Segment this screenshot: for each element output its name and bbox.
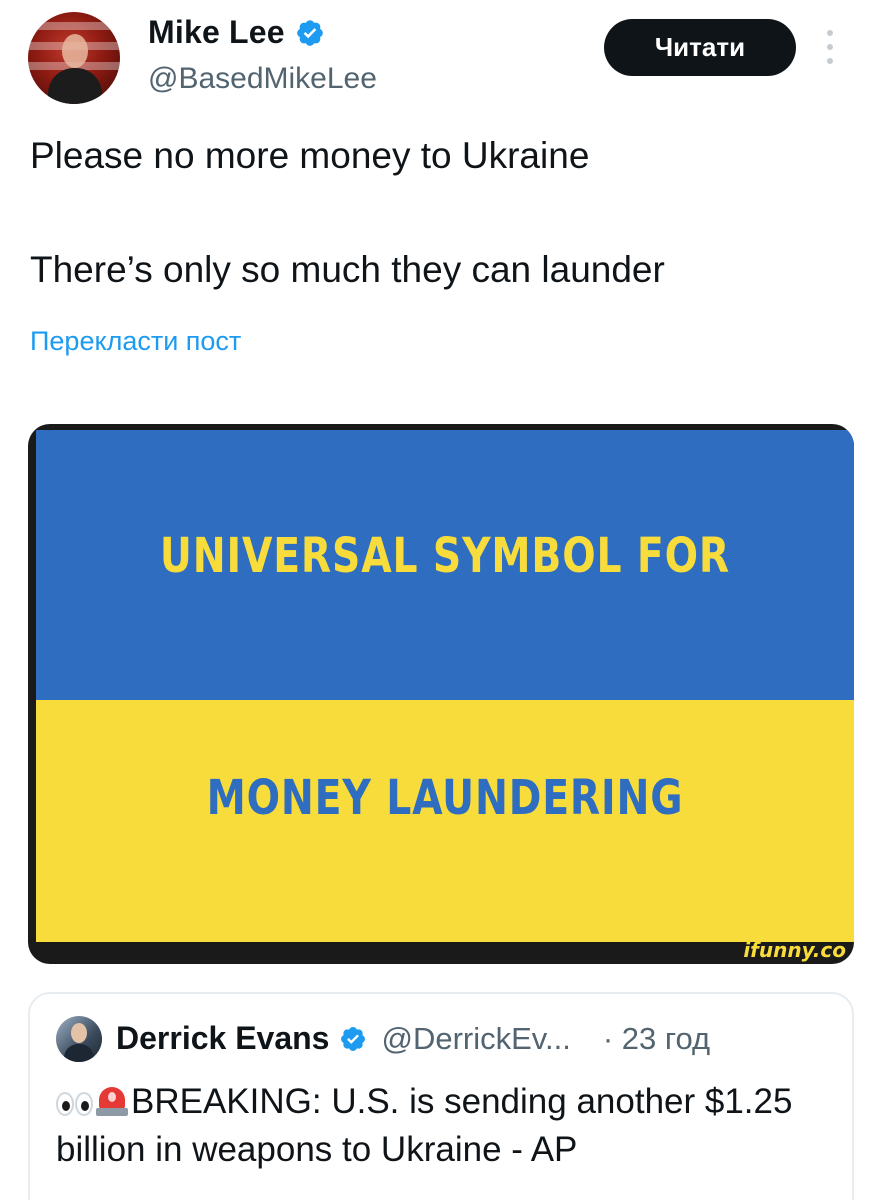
tweet-media-image[interactable]: UNIVERSAL SYMBOL FOR MONEY LAUNDERING if… (28, 424, 854, 964)
quoted-tweet-body: BREAKING: U.S. is sending another $1.25 … (56, 1082, 793, 1169)
more-options-icon[interactable] (824, 30, 836, 64)
flag-blue-stripe: UNIVERSAL SYMBOL FOR (36, 430, 854, 700)
quoted-timestamp[interactable]: · 23 год (603, 1021, 710, 1057)
quoted-author-name[interactable]: Derrick Evans (116, 1020, 329, 1057)
tweet-text-line: Please no more money to Ukraine (30, 135, 590, 176)
tweet-header: Mike Lee @BasedMikeLee Читати (0, 0, 880, 120)
verified-badge-icon (341, 1026, 366, 1051)
author-name[interactable]: Mike Lee (148, 14, 285, 51)
author-handle[interactable]: @BasedMikeLee (148, 62, 377, 96)
tweet-text: Please no more money to Ukraine There’s … (30, 132, 850, 294)
verified-badge-icon (296, 19, 323, 46)
tweet-text-line: There’s only so much they can launder (30, 249, 665, 290)
eyes-icon (56, 1092, 93, 1116)
siren-icon (95, 1085, 129, 1117)
quoted-tweet-text: BREAKING: U.S. is sending another $1.25 … (56, 1078, 846, 1174)
meme-top-text: UNIVERSAL SYMBOL FOR (159, 528, 731, 584)
ifunny-watermark: ifunny.co (743, 938, 846, 962)
quoted-author-handle[interactable]: @DerrickEv... (381, 1021, 570, 1057)
quoted-author-avatar[interactable] (56, 1016, 102, 1062)
quoted-author-row: Derrick Evans @DerrickEv... · 23 год (116, 1020, 710, 1057)
follow-button[interactable]: Читати (604, 19, 796, 76)
author-name-row: Mike Lee (148, 14, 325, 51)
flag-yellow-stripe: MONEY LAUNDERING (36, 700, 854, 942)
translate-post-link[interactable]: Перекласти пост (30, 326, 241, 357)
meme-bottom-text: MONEY LAUNDERING (206, 770, 684, 826)
quoted-tweet[interactable]: Derrick Evans @DerrickEv... · 23 год BRE… (28, 992, 854, 1200)
author-avatar[interactable] (28, 12, 120, 104)
